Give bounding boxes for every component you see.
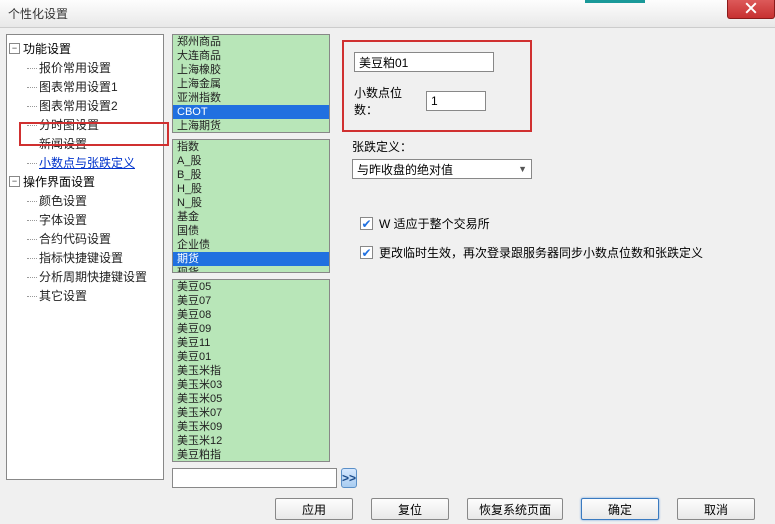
apply-button[interactable]: 应用 — [275, 498, 353, 520]
window-title: 个性化设置 — [8, 5, 68, 22]
contract-name-value: 美豆粕01 — [359, 54, 408, 71]
list-item[interactable]: 美玉米07 — [173, 406, 329, 420]
highlight-box-detail: 美豆粕01 小数点位数： — [342, 40, 532, 132]
list-item[interactable]: 美玉米12 — [173, 434, 329, 448]
list-item[interactable]: 美玉米09 — [173, 420, 329, 434]
list-item[interactable]: 亚洲指数 — [173, 91, 329, 105]
accent-strip — [585, 0, 645, 3]
tree-item[interactable]: 指标快捷键设置 — [9, 248, 161, 267]
search-input[interactable] — [172, 468, 337, 488]
zd-label: 张跌定义： — [352, 138, 765, 155]
tree-root-function[interactable]: − 功能设置 — [9, 39, 161, 58]
list-item[interactable]: 美豆01 — [173, 350, 329, 364]
list-item[interactable]: 期货 — [173, 252, 329, 266]
tree-item[interactable]: 颜色设置 — [9, 191, 161, 210]
list-item[interactable]: 美豆粕指 — [173, 448, 329, 462]
list-item[interactable]: 国债 — [173, 224, 329, 238]
list-item[interactable]: B_股 — [173, 168, 329, 182]
decimal-input[interactable] — [426, 91, 486, 111]
tree-label: 功能设置 — [23, 40, 71, 57]
tree-root-ui[interactable]: − 操作界面设置 — [9, 172, 161, 191]
cancel-button[interactable]: 取消 — [677, 498, 755, 520]
close-icon — [745, 2, 757, 14]
list-item[interactable]: 美豆11 — [173, 336, 329, 350]
check-label: 更改临时生效，再次登录跟服务器同步小数点位数和张跌定义 — [379, 244, 703, 261]
titlebar: 个性化设置 — [0, 0, 775, 28]
checkbox-temp-effect[interactable]: ✔ — [360, 246, 373, 259]
list-item[interactable]: 指数 — [173, 140, 329, 154]
checkbox-whole-exchange[interactable]: ✔ — [360, 217, 373, 230]
list-item[interactable]: 上海期货 — [173, 119, 329, 133]
list-item[interactable]: 美豆07 — [173, 294, 329, 308]
close-button[interactable] — [727, 0, 775, 19]
list-item[interactable]: 美玉米指 — [173, 364, 329, 378]
list-item[interactable]: 美豆09 — [173, 322, 329, 336]
check-label: W 适应于整个交易所 — [379, 215, 490, 232]
list-item[interactable]: 美豆08 — [173, 308, 329, 322]
tree-label: 操作界面设置 — [23, 173, 95, 190]
tree-item[interactable]: 其它设置 — [9, 286, 161, 305]
list-item[interactable]: N_股 — [173, 196, 329, 210]
dialog-footer: 应用 复位 恢复系统页面 确定 取消 — [0, 494, 775, 524]
list-item[interactable]: A_股 — [173, 154, 329, 168]
list-item[interactable]: 上海金属 — [173, 77, 329, 91]
ok-button[interactable]: 确定 — [581, 498, 659, 520]
restore-button[interactable]: 恢复系统页面 — [467, 498, 563, 520]
list-item[interactable]: 基金 — [173, 210, 329, 224]
contract-name-display: 美豆粕01 — [354, 52, 494, 72]
zd-select-value: 与昨收盘的绝对值 — [357, 161, 453, 178]
tree-item[interactable]: 报价常用设置 — [9, 58, 161, 77]
list-item[interactable]: 美玉米03 — [173, 378, 329, 392]
list-item[interactable]: 郑州商品 — [173, 35, 329, 49]
category-list[interactable]: 指数A_股B_股H_股N_股基金国债企业债期货现货 — [172, 139, 330, 273]
list-item[interactable]: 现货 — [173, 266, 329, 273]
tree-item[interactable]: 字体设置 — [9, 210, 161, 229]
tree-item[interactable]: 新闻设置 — [9, 134, 161, 153]
tree-item[interactable]: 图表常用设置2 — [9, 96, 161, 115]
list-item[interactable]: H_股 — [173, 182, 329, 196]
contract-list[interactable]: 美豆05美豆07美豆08美豆09美豆11美豆01美玉米指美玉米03美玉米05美玉… — [172, 279, 330, 462]
list-item[interactable]: 企业债 — [173, 238, 329, 252]
list-item[interactable]: 美玉米05 — [173, 392, 329, 406]
decimal-label: 小数点位数： — [354, 84, 424, 118]
chevron-down-icon: ▼ — [518, 164, 527, 174]
zd-select[interactable]: 与昨收盘的绝对值 ▼ — [352, 159, 532, 179]
list-item[interactable]: 上海橡胶 — [173, 63, 329, 77]
list-item[interactable]: 大连商品 — [173, 49, 329, 63]
reset-button[interactable]: 复位 — [371, 498, 449, 520]
collapse-icon[interactable]: − — [9, 176, 20, 187]
tree-item[interactable]: 分析周期快捷键设置 — [9, 267, 161, 286]
exchange-list[interactable]: 郑州商品大连商品上海橡胶上海金属亚洲指数CBOT上海期货 — [172, 34, 330, 133]
collapse-icon[interactable]: − — [9, 43, 20, 54]
tree-item[interactable]: 合约代码设置 — [9, 229, 161, 248]
tree-item[interactable]: 分时图设置 — [9, 115, 161, 134]
tree-item[interactable]: 图表常用设置1 — [9, 77, 161, 96]
list-item[interactable]: CBOT — [173, 105, 329, 119]
list-item[interactable]: 美豆05 — [173, 280, 329, 294]
nav-tree: − 功能设置 报价常用设置图表常用设置1图表常用设置2分时图设置新闻设置小数点与… — [6, 34, 164, 480]
tree-item[interactable]: 小数点与张跌定义 — [9, 153, 161, 172]
